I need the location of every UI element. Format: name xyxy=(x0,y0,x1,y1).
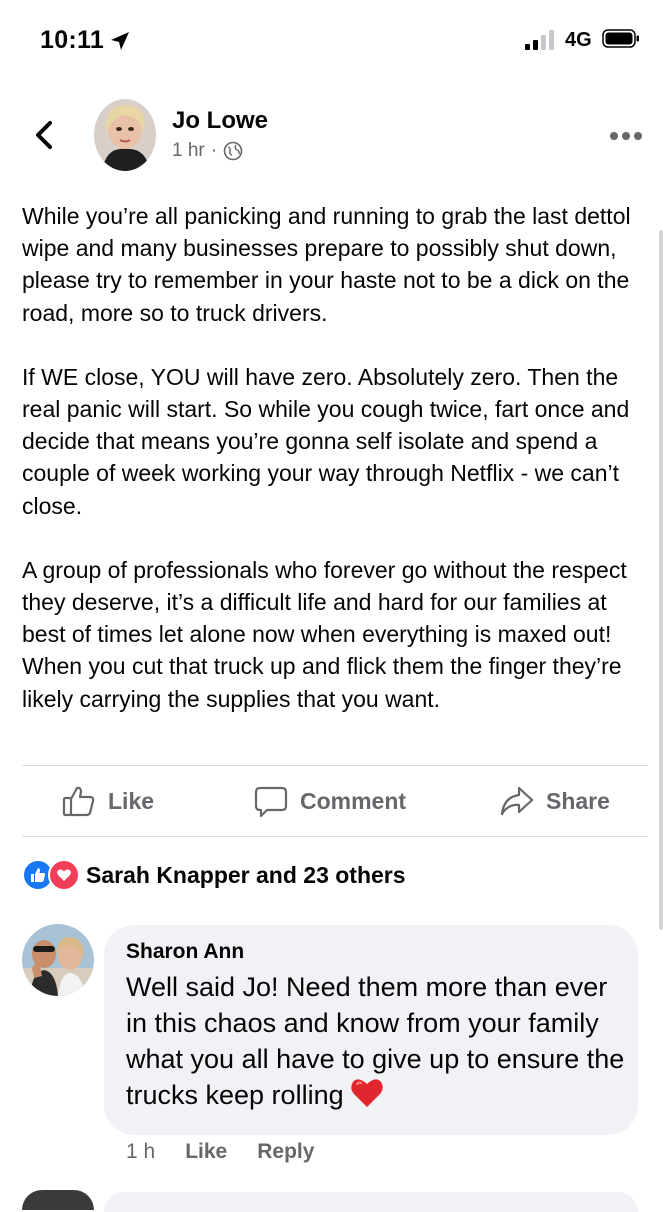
more-options-button[interactable] xyxy=(610,131,644,141)
network-type: 4G xyxy=(565,29,592,51)
divider-bottom xyxy=(22,836,648,837)
share-button[interactable]: Share xyxy=(500,784,610,818)
scrollbar[interactable] xyxy=(659,230,663,930)
author-avatar[interactable] xyxy=(94,99,156,171)
divider-top xyxy=(22,765,648,766)
location-arrow-icon xyxy=(111,32,129,50)
author-name[interactable]: Jo Lowe xyxy=(172,107,268,135)
reactions-summary[interactable]: Sarah Knapper and 23 others xyxy=(22,858,406,892)
like-label: Like xyxy=(108,787,155,814)
post-paragraph-3: A group of professionals who forever go … xyxy=(22,556,634,712)
post-meta: 1 hr · xyxy=(172,140,243,162)
comment-like-button[interactable]: Like xyxy=(185,1140,227,1164)
meta-separator: · xyxy=(210,140,218,161)
share-label: Share xyxy=(546,787,610,814)
ellipsis-icon xyxy=(610,132,618,140)
comment-button[interactable]: Comment xyxy=(254,784,406,818)
comment-meta: 1 h Like Reply xyxy=(126,1140,344,1164)
love-reaction-icon xyxy=(48,859,80,891)
comment-time: 1 h xyxy=(126,1140,156,1163)
battery-icon xyxy=(602,29,639,48)
red-heart-emoji-icon xyxy=(350,1079,383,1107)
cellular-signal-icon xyxy=(525,30,559,50)
status-bar: 10:11 4G xyxy=(0,0,670,80)
post-header: Jo Lowe 1 hr · xyxy=(0,95,670,185)
post-paragraph-1: While you’re all panicking and running t… xyxy=(22,203,637,326)
status-time: 10:11 xyxy=(40,26,105,54)
comment-bubble[interactable]: Sharon Ann Well said Jo! Need them more … xyxy=(104,925,638,1135)
next-comment-avatar[interactable] xyxy=(22,1190,94,1210)
commenter-avatar[interactable] xyxy=(22,924,94,996)
reactions-text: Sarah Knapper and 23 others xyxy=(86,861,406,888)
comment-author[interactable]: Sharon Ann xyxy=(126,940,244,964)
comment-label: Comment xyxy=(300,787,407,814)
speech-bubble-icon xyxy=(254,786,288,818)
thumbs-up-icon xyxy=(62,786,95,817)
post-paragraph-2: If WE close, YOU will have zero. Absolut… xyxy=(22,363,636,519)
post-time: 1 hr xyxy=(172,140,205,161)
share-arrow-icon xyxy=(500,786,534,816)
back-button[interactable] xyxy=(30,115,60,155)
next-comment-bubble[interactable] xyxy=(104,1192,638,1212)
comment-text: Well said Jo! Need them more than ever i… xyxy=(126,969,626,1113)
like-button[interactable]: Like xyxy=(62,784,154,818)
post-text: While you’re all panicking and running t… xyxy=(22,200,652,747)
post-actions: Like Comment Share xyxy=(0,770,670,834)
comment-reply-button[interactable]: Reply xyxy=(257,1140,314,1164)
globe-icon xyxy=(223,141,243,161)
